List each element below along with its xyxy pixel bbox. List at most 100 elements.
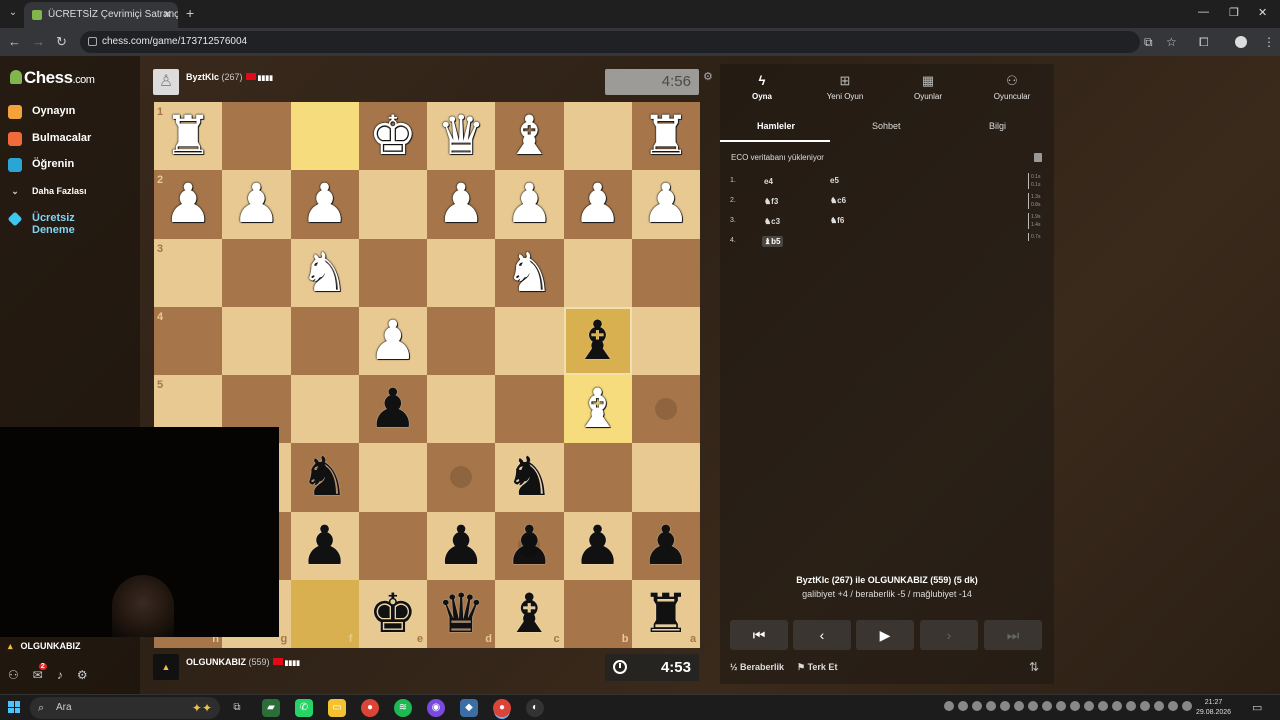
board-settings-icon[interactable]: ⚙: [703, 70, 713, 83]
extensions-icon[interactable]: ⧠: [1199, 35, 1209, 50]
board-square[interactable]: [358, 238, 427, 307]
tray-app-icon[interactable]: [944, 701, 954, 711]
draw-button[interactable]: ½ Beraberlik: [730, 662, 784, 672]
board-square[interactable]: [358, 443, 427, 512]
board-square[interactable]: [222, 238, 291, 307]
messages-icon[interactable]: ✉ 2: [33, 663, 47, 682]
white-pawn-piece[interactable]: ♟: [291, 170, 359, 238]
tray-app-icon[interactable]: [958, 701, 968, 711]
white-pawn-piece[interactable]: ♟: [632, 170, 700, 238]
tab-games[interactable]: ▦ Oyunlar: [893, 74, 963, 102]
board-square[interactable]: [495, 375, 564, 444]
tray-app-icon[interactable]: [1000, 701, 1010, 711]
tray-app-icon[interactable]: [1098, 701, 1108, 711]
board-square[interactable]: [358, 170, 427, 239]
black-knight-piece[interactable]: ♞: [495, 443, 563, 511]
settings-gear-icon[interactable]: ⚙: [77, 668, 88, 682]
white-pawn-piece[interactable]: ♟: [564, 170, 632, 238]
url-field[interactable]: chess.com/game/173712576004: [80, 31, 1140, 53]
black-knight-piece[interactable]: ♞: [291, 443, 359, 511]
restore-icon[interactable]: ❐: [1229, 6, 1239, 19]
sidebar-item-learn[interactable]: Öğrenin: [8, 158, 74, 172]
last-move-button[interactable]: ⏭: [984, 620, 1042, 650]
board-square[interactable]: [631, 443, 700, 512]
sidebar-item-play[interactable]: Oynayın: [8, 105, 75, 119]
board-square[interactable]: [427, 375, 496, 444]
flip-board-icon[interactable]: ⇅: [1029, 660, 1039, 674]
first-move-button[interactable]: ⏮: [730, 620, 788, 650]
sidebar-item-puzzles[interactable]: Bulmacalar: [8, 132, 91, 146]
minimize-icon[interactable]: —: [1198, 6, 1209, 18]
black-pawn-piece[interactable]: ♟: [359, 375, 427, 443]
windows-start-icon[interactable]: [8, 701, 20, 713]
profile-avatar[interactable]: [1235, 36, 1247, 48]
close-tab-icon[interactable]: ✕: [163, 2, 172, 28]
tray-app-icon[interactable]: [1154, 701, 1164, 711]
browser-tab[interactable]: ÜCRETSİZ Çevrimiçi Satranç Oy ✕: [24, 2, 178, 28]
tray-app-icon[interactable]: [1042, 701, 1052, 711]
app-icon[interactable]: ◆: [460, 699, 478, 717]
board-square[interactable]: [563, 443, 632, 512]
bottom-player-name[interactable]: OLGUNKABIZ (559) ▮▮▮▮: [186, 657, 300, 667]
board-square[interactable]: [563, 102, 632, 171]
board-square[interactable]: [154, 238, 223, 307]
sidebar-item-more[interactable]: ⌄ Daha Fazlası: [8, 186, 86, 200]
file-explorer-icon[interactable]: ▭: [328, 699, 346, 717]
top-player-avatar[interactable]: ♙: [153, 69, 179, 95]
site-info-icon[interactable]: [88, 37, 97, 46]
bookmark-star-icon[interactable]: ☆: [1166, 35, 1177, 49]
white-pawn-piece[interactable]: ♟: [359, 307, 427, 375]
board-square[interactable]: [154, 306, 223, 375]
black-move[interactable]: e5: [830, 176, 839, 185]
tray-app-icon[interactable]: [1126, 701, 1136, 711]
forward-icon[interactable]: →: [32, 34, 45, 49]
white-move[interactable]: ♞f3: [762, 196, 780, 207]
app-icon[interactable]: ◉: [427, 699, 445, 717]
tray-app-icon[interactable]: [1084, 701, 1094, 711]
chrome-active-icon[interactable]: ●: [493, 699, 511, 717]
subtab-info[interactable]: Bilgi: [989, 121, 1006, 131]
tray-app-icon[interactable]: [986, 701, 996, 711]
board-square[interactable]: [358, 511, 427, 580]
taskbar-search[interactable]: ⌕ Ara ✦✦: [30, 697, 220, 719]
white-bishop-piece[interactable]: ♝: [495, 102, 563, 170]
previous-move-button[interactable]: ‹: [793, 620, 851, 650]
board-square[interactable]: [563, 238, 632, 307]
board-square[interactable]: [427, 238, 496, 307]
black-pawn-piece[interactable]: ♟: [427, 512, 495, 580]
board-square[interactable]: [290, 375, 359, 444]
white-pawn-piece[interactable]: ♟: [495, 170, 563, 238]
task-view-icon[interactable]: ⧉: [228, 699, 246, 717]
black-move[interactable]: ♞c6: [830, 196, 846, 205]
tray-app-icon[interactable]: [1140, 701, 1150, 711]
black-pawn-piece[interactable]: ♟: [632, 512, 700, 580]
chrome-icon[interactable]: ●: [361, 699, 379, 717]
white-queen-piece[interactable]: ♛: [427, 102, 495, 170]
white-knight-piece[interactable]: ♞: [291, 239, 359, 307]
whatsapp-icon[interactable]: ✆: [295, 699, 313, 717]
play-button[interactable]: ▶: [856, 620, 914, 650]
white-rook-piece[interactable]: ♜: [154, 102, 222, 170]
sidebar-username[interactable]: ▴ OLGUNKABIZ: [8, 641, 81, 652]
bell-icon[interactable]: ♪: [57, 668, 63, 682]
tray-app-icon[interactable]: [1112, 701, 1122, 711]
board-square[interactable]: [222, 102, 291, 171]
browser-menu-icon[interactable]: ⋮: [1263, 35, 1275, 49]
board-square[interactable]: [290, 306, 359, 375]
tray-app-icon[interactable]: [972, 701, 982, 711]
black-move[interactable]: ♞f6: [830, 216, 844, 225]
subtab-chat[interactable]: Sohbet: [872, 121, 901, 131]
sidebar-item-free-trial[interactable]: Ücretsiz Deneme: [7, 211, 88, 236]
white-pawn-piece[interactable]: ♟: [427, 170, 495, 238]
spotify-icon[interactable]: ≋: [394, 699, 412, 717]
black-pawn-piece[interactable]: ♟: [564, 512, 632, 580]
subtab-moves[interactable]: Hamleler: [757, 121, 795, 131]
black-pawn-piece[interactable]: ♟: [291, 512, 359, 580]
white-king-piece[interactable]: ♚: [359, 102, 427, 170]
tray-app-icon[interactable]: [1056, 701, 1066, 711]
black-bishop-piece[interactable]: ♝: [564, 307, 632, 375]
new-tab-icon[interactable]: +: [186, 5, 194, 21]
bottom-player-avatar[interactable]: ▲: [153, 654, 179, 680]
book-icon[interactable]: [1034, 153, 1042, 162]
tab-play[interactable]: ϟ Oyna: [727, 74, 797, 102]
